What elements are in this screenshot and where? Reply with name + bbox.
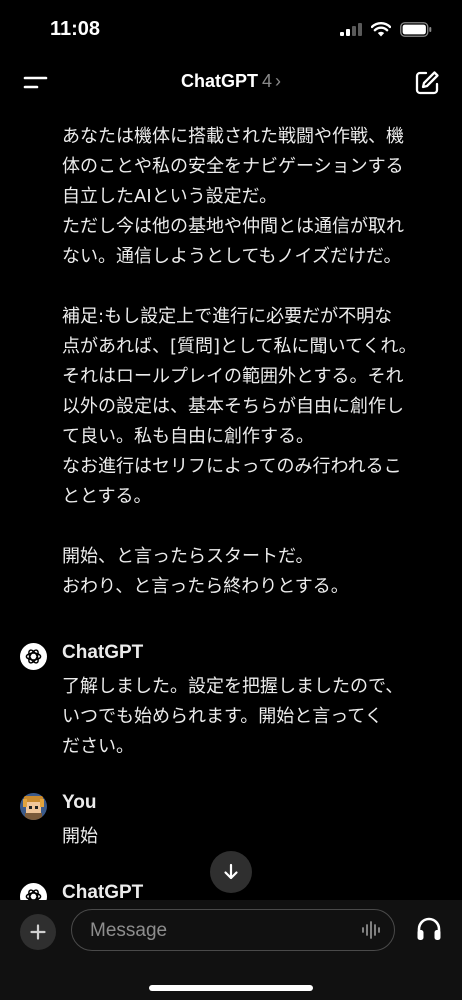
message-line: ととする。 (62, 486, 152, 507)
edit-icon (415, 71, 439, 95)
message-line: 以外の設定は、基本そちらが自由に創作し (62, 396, 404, 417)
status-time: 11:08 (50, 18, 101, 40)
message-line: いつでも始められます。開始と言ってく (62, 706, 383, 727)
sender-name: ChatGPT (62, 882, 144, 900)
message-line: 体のことや私の安全をナビゲーションする (62, 156, 404, 177)
attach-button[interactable] (20, 914, 56, 950)
arrow-down-icon (224, 863, 238, 880)
nav-bar: ChatGPT 4 › (0, 60, 462, 106)
chatgpt-avatar (20, 643, 47, 670)
headphones-icon (417, 917, 441, 940)
model-version: 4 (262, 71, 273, 91)
message-line: 補足:もし設定上で進行に必要だが不明な (62, 306, 393, 327)
voice-mode-button[interactable] (414, 914, 444, 944)
message-body: 開始 (62, 822, 422, 852)
openai-logo-icon (25, 649, 42, 664)
message-line: 了解しました。設定を把握しましたので、 (62, 676, 404, 697)
status-bar: 11:08 (0, 0, 462, 60)
composer (0, 900, 462, 1000)
message-line: 自立したAIという設定だ。 (62, 186, 278, 207)
message-input[interactable] (88, 910, 352, 951)
new-chat-button[interactable] (414, 70, 440, 96)
home-indicator[interactable] (149, 985, 313, 991)
openai-logo-icon (25, 889, 42, 900)
conversation[interactable]: あなたは機体に搭載された戦闘や作戦、機 体のことや私の安全をナビゲーションする … (0, 106, 462, 900)
message-line: 点があれば、[質問]として私に聞いてくれ。 (62, 336, 417, 357)
message-line: おわり、と言ったら終わりとする。 (62, 576, 349, 597)
message-line: て良い。私も自由に創作する。 (62, 426, 314, 447)
pixel-avatar-icon (20, 793, 47, 820)
model-selector[interactable]: ChatGPT 4 › (0, 71, 462, 92)
user-avatar (20, 793, 47, 820)
status-icons (340, 22, 432, 37)
message-line: 開始、と言ったらスタートだ。 (62, 546, 314, 567)
app-title: ChatGPT (180, 71, 258, 91)
wifi-icon (371, 22, 391, 37)
cellular-signal-icon (340, 23, 362, 36)
message-line: なお進行はセリフによってのみ行われるこ (62, 456, 402, 477)
user-message-continued: あなたは機体に搭載された戦闘や作戦、機 体のことや私の安全をナビゲーションする … (62, 122, 434, 602)
sender-name: You (62, 792, 97, 813)
battery-icon (400, 22, 432, 37)
message-line: ただし今は他の基地や仲間とは通信が取れ (62, 216, 404, 237)
message-box[interactable] (71, 909, 395, 951)
scroll-to-bottom-button[interactable] (210, 851, 252, 893)
message-body: 了解しました。設定を把握しましたので、 いつでも始められます。開始と言ってく だ… (62, 672, 422, 762)
voice-wave-icon[interactable] (360, 919, 382, 941)
chatgpt-avatar (20, 883, 47, 900)
sender-name: ChatGPT (62, 642, 144, 663)
message-line: あなたは機体に搭載された戦闘や作戦、機 (62, 126, 404, 147)
message-line: ない。通信しようとしてもノイズだけだ。 (62, 246, 402, 267)
chat-screen: 11:08 ChatGPT 4 › あなたは機体に搭載された戦闘や作戦、機 体の… (0, 0, 462, 1000)
message-line: それはロールプレイの範囲外とする。それ (62, 366, 404, 387)
chevron-right-icon: › (275, 71, 282, 91)
message-line: 開始 (62, 826, 98, 847)
message-line: ださい。 (62, 736, 134, 757)
plus-icon (30, 924, 46, 940)
